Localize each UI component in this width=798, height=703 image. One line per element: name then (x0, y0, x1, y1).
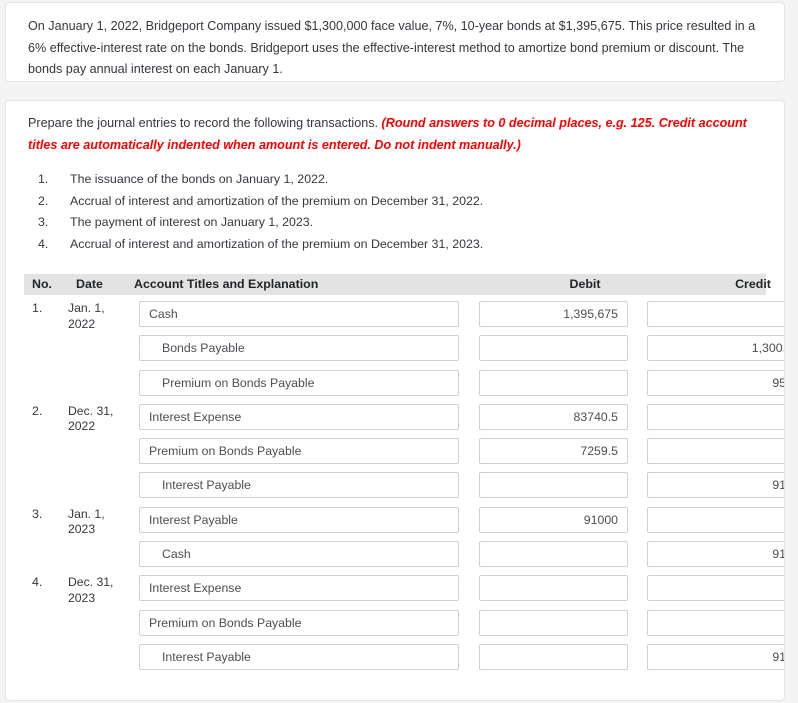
journal-entry-table: No. Date Account Titles and Explanation … (6, 274, 784, 694)
transaction-number: 2. (38, 193, 49, 208)
table-row: Premium on Bonds Payable 7259.5 (6, 438, 784, 472)
entry-number: 4. (32, 575, 43, 590)
table-row: Bonds Payable 1,300, (6, 335, 784, 369)
account-title-input[interactable]: Interest Payable (139, 643, 459, 670)
list-item: 1. The issuance of the bonds on January … (28, 170, 784, 190)
credit-amount-input[interactable] (647, 438, 784, 465)
entry-date: Jan. 1, 2023 (68, 506, 105, 537)
column-header-account: Account Titles and Explanation (134, 277, 319, 291)
transaction-text: Accrual of interest and amortization of … (70, 193, 484, 208)
journal-entry-card: Prepare the journal entries to record th… (5, 100, 785, 701)
table-row: Premium on Bonds Payable 95 (6, 369, 784, 404)
table-row: 1. Jan. 1, 2022 Cash 1,395,675 (6, 301, 784, 335)
credit-amount-input[interactable] (647, 575, 784, 602)
debit-amount-input[interactable] (479, 335, 628, 362)
account-title-input[interactable]: Cash (139, 301, 459, 327)
account-title-input[interactable]: Premium on Bonds Payable (139, 609, 459, 636)
credit-amount-input[interactable] (647, 506, 784, 533)
table-row: Cash 91 (6, 541, 784, 575)
credit-amount-input[interactable] (647, 301, 784, 327)
debit-amount-input[interactable] (479, 575, 628, 602)
account-title-input[interactable]: Interest Payable (139, 472, 459, 499)
transaction-text: The issuance of the bonds on January 1, … (70, 172, 329, 186)
credit-amount-input[interactable]: 1,300, (647, 335, 784, 362)
journal-entry-rows: 1. Jan. 1, 2022 Cash 1,395,675 Bonds Payable 1… (6, 301, 784, 678)
entry-number: 1. (32, 301, 43, 315)
column-header-debit: Debit (569, 277, 601, 291)
account-title-input[interactable]: Premium on Bonds Payable (139, 438, 459, 465)
debit-amount-input[interactable]: 7259.5 (479, 438, 628, 465)
transaction-number: 3. (38, 215, 49, 229)
credit-amount-input[interactable]: 91 (647, 541, 784, 568)
list-item: 3. The payment of interest on January 1,… (28, 213, 784, 233)
account-title-input[interactable]: Premium on Bonds Payable (139, 369, 459, 396)
transaction-text: The payment of interest on January 1, 20… (70, 215, 314, 229)
entry-date: Jan. 1, 2022 (68, 301, 105, 331)
column-header-date: Date (76, 277, 103, 291)
table-row: Interest Payable 91 (6, 472, 784, 506)
table-header-row: No. Date Account Titles and Explanation … (24, 274, 771, 295)
credit-amount-input[interactable] (647, 403, 784, 430)
credit-amount-input[interactable]: 91 (647, 472, 784, 499)
transaction-number: 4. (38, 236, 49, 251)
table-row: 2. Dec. 31, 2022 Interest Expense 83740.5 (6, 403, 784, 438)
entry-number: 3. (32, 506, 43, 521)
column-header-credit: Credit (735, 277, 771, 291)
table-row: 3. Jan. 1, 2023 Interest Payable 91000 (6, 506, 784, 541)
debit-amount-input[interactable]: 83740.5 (479, 403, 628, 430)
entry-date: Dec. 31, 2023 (68, 575, 114, 605)
debit-amount-input[interactable] (479, 609, 628, 636)
list-item: 2. Accrual of interest and amortization … (28, 192, 784, 212)
credit-amount-input[interactable]: 91 (647, 643, 784, 670)
credit-amount-input[interactable]: 95 (647, 369, 784, 396)
debit-amount-input[interactable]: 1,395,675 (479, 301, 628, 327)
transaction-list: 1. The issuance of the bonds on January … (6, 170, 784, 254)
problem-statement-card: On January 1, 2022, Bridgeport Company i… (5, 2, 785, 82)
debit-amount-input[interactable] (479, 541, 628, 568)
column-header-no: No. (32, 277, 52, 291)
entry-date: Dec. 31, 2022 (68, 403, 114, 434)
instructions-block: Prepare the journal entries to record th… (6, 101, 784, 156)
account-title-input[interactable]: Interest Payable (139, 506, 459, 533)
account-title-input[interactable]: Cash (139, 541, 459, 568)
account-title-input[interactable]: Interest Expense (139, 403, 459, 430)
debit-amount-input[interactable] (479, 472, 628, 499)
debit-amount-input[interactable] (479, 369, 628, 396)
account-title-input[interactable]: Bonds Payable (139, 335, 459, 362)
debit-amount-input[interactable] (479, 643, 628, 670)
problem-statement-text: On January 1, 2022, Bridgeport Company i… (28, 19, 756, 76)
account-title-input[interactable]: Interest Expense (139, 575, 459, 602)
table-row: Interest Payable 91 (6, 643, 784, 678)
list-item: 4. Accrual of interest and amortization … (28, 235, 784, 255)
table-row: Premium on Bonds Payable (6, 609, 784, 644)
debit-amount-input[interactable]: 91000 (479, 506, 628, 533)
credit-amount-input[interactable] (647, 609, 784, 636)
transaction-number: 1. (38, 172, 49, 186)
table-row: 4. Dec. 31, 2023 Interest Expense (6, 575, 784, 609)
instructions-lead-text: Prepare the journal entries to record th… (28, 116, 382, 130)
transaction-text: Accrual of interest and amortization of … (70, 236, 484, 251)
entry-number: 2. (32, 403, 43, 418)
